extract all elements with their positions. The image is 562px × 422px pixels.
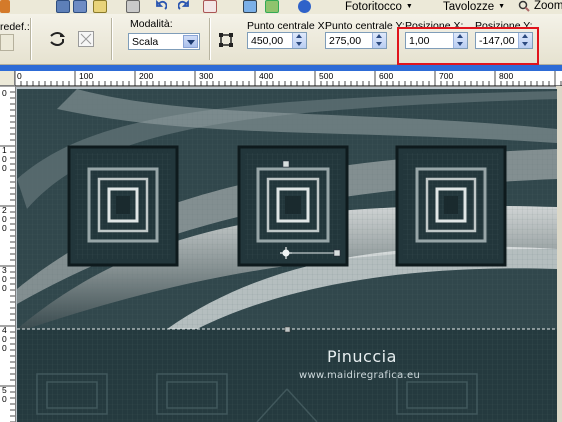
square-tile-left <box>67 145 179 267</box>
swap-icon[interactable] <box>48 31 66 47</box>
ruler-label: 2 0 0 <box>2 205 7 233</box>
paste-icon[interactable] <box>243 0 257 13</box>
folder-icon[interactable] <box>93 0 107 13</box>
mode-label: Modalità: <box>130 18 173 30</box>
center-x-label: Punto centrale X: <box>247 20 328 32</box>
spinner-icon[interactable] <box>372 33 386 48</box>
ruler-label: 800 <box>499 71 514 81</box>
ruler-label: 300 <box>199 71 214 81</box>
redo-icon[interactable] <box>177 0 190 13</box>
ruler-label: 5 0 <box>2 385 7 404</box>
watermark-name: Pinuccia <box>327 347 397 366</box>
spinner-icon[interactable] <box>292 33 306 48</box>
ruler-label: 400 <box>259 71 274 81</box>
watermark-url: www.maidiregrafica.eu <box>299 370 421 381</box>
separator <box>30 18 32 60</box>
square-tile-right <box>395 145 507 267</box>
save-icon[interactable] <box>56 0 70 13</box>
main-toolbar: Fotoritocco ▼ Tavolozze ▼ Zoom <box>0 0 562 15</box>
preset-label: redef.: <box>0 21 30 33</box>
ruler-label: 3 0 0 <box>2 265 7 293</box>
center-y-input[interactable]: 275,00 <box>325 32 387 49</box>
ruler-label: 700 <box>439 71 454 81</box>
menu-tavolozze[interactable]: Tavolozze ▼ <box>443 0 505 14</box>
ruler-label: 1 0 0 <box>2 145 7 173</box>
mode-select[interactable]: Scala <box>128 33 200 50</box>
ruler-corner <box>0 71 15 86</box>
ruler-horizontal: 0 100 200 300 400 500 600 700 800 <box>15 71 562 87</box>
printer-icon[interactable] <box>126 0 140 13</box>
square-tile-center <box>237 145 349 267</box>
mode-value: Scala <box>132 36 159 48</box>
image-canvas[interactable]: Pinuccia www.maidiregrafica.eu <box>17 89 557 422</box>
ruler-label: 500 <box>319 71 334 81</box>
ruler-vertical: 0 1 0 0 2 0 0 3 0 0 4 0 0 5 0 <box>0 86 16 422</box>
ruler-label: 100 <box>79 71 94 81</box>
copy-icon[interactable] <box>203 0 217 13</box>
ruler-label: 0 <box>2 88 7 98</box>
separator <box>111 18 113 60</box>
disk-icon[interactable] <box>73 0 87 13</box>
reset-transform-icon[interactable] <box>78 31 94 47</box>
menu-zoom[interactable]: Zoom <box>534 0 562 13</box>
ruler-label: 4 0 0 <box>2 325 7 353</box>
undo-icon[interactable] <box>155 0 168 13</box>
tool-options-bar: redef.: Modalità: Scala Punto centrale X… <box>0 14 562 65</box>
magnifier-icon[interactable] <box>518 0 530 13</box>
highlight-box <box>397 27 539 65</box>
center-y-label: Punto centrale Y: <box>325 20 405 32</box>
menu-fotoritocco[interactable]: Fotoritocco ▼ <box>345 0 413 14</box>
help-icon[interactable] <box>298 0 311 13</box>
preset-field[interactable] <box>0 34 14 51</box>
ruler-label: 600 <box>379 71 394 81</box>
separator <box>209 18 211 60</box>
app-icon[interactable] <box>0 0 10 13</box>
paste-special-icon[interactable] <box>265 0 279 13</box>
ruler-label: 200 <box>139 71 154 81</box>
chevron-down-icon[interactable] <box>183 35 198 48</box>
center-x-input[interactable]: 450,00 <box>247 32 307 49</box>
ruler-label: 0 <box>17 71 22 81</box>
bounding-box-icon[interactable] <box>218 32 234 48</box>
image-window: 0 100 200 300 400 500 600 700 800 0 1 0 … <box>0 65 562 422</box>
